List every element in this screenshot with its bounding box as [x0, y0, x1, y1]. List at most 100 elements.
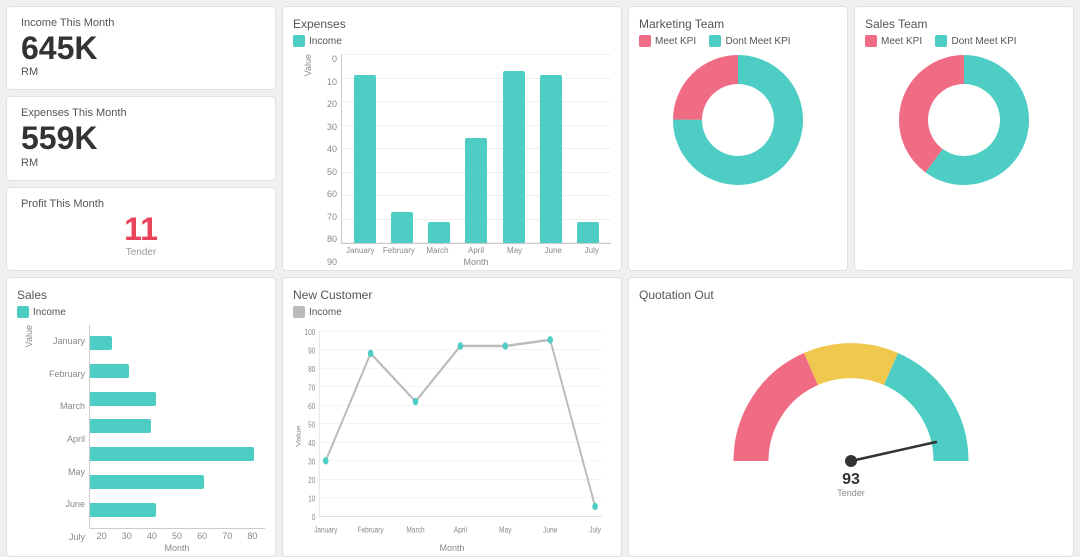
sales-team-donut-svg: [894, 50, 1034, 190]
marketing-chart-title: Marketing Team: [639, 17, 837, 31]
hbar-y-June: June: [39, 499, 85, 509]
expenses-bar-chart: Value 9080706050403020100 JanuaryFebruar…: [293, 54, 611, 267]
marketing-team-card: Marketing Team Meet KPI Dont Meet KPI: [628, 6, 848, 271]
hbar-row-6: [90, 501, 265, 519]
hbar-1: [90, 364, 129, 378]
svg-text:50: 50: [308, 420, 315, 430]
expenses-legend: Income: [293, 35, 342, 47]
bar-2: [428, 222, 450, 243]
hbar-x-tick-40: 40: [147, 531, 157, 541]
sales-hbar-y: JanuaryFebruaryMarchAprilMayJuneJuly: [39, 325, 89, 553]
expenses-bars-group: [341, 54, 611, 244]
expenses-x-axis-label: Month: [341, 257, 611, 267]
hbar-row-1: [90, 362, 265, 380]
sales-y-label: Value: [22, 325, 34, 347]
sales-chart-title: Sales: [17, 288, 265, 302]
income-value: 645K: [21, 31, 261, 66]
bar-6: [577, 222, 599, 243]
new-customer-svg: 0 10 20 30 40 50 60 70 80 90 100: [293, 325, 611, 541]
new-customer-line-chart: 0 10 20 30 40 50 60 70 80 90 100: [293, 325, 611, 553]
expenses-x-labels: JanuaryFebruaryMarchAprilMayJuneJuly: [341, 244, 611, 255]
bar-1: [391, 212, 413, 244]
sales-hbars: [89, 325, 265, 529]
svg-text:January: January: [314, 524, 337, 534]
bar-0: [354, 75, 376, 243]
sales-chart-legend-dot: [17, 306, 29, 318]
hbar-row-5: [90, 473, 265, 491]
marketing-donut-area: [639, 50, 837, 190]
new-customer-legend: Income: [293, 306, 342, 318]
sales-team-donut-area: [865, 50, 1063, 190]
sales-meet-dot: [865, 35, 877, 47]
bar-col-2: [428, 54, 450, 243]
expenses-label: Expenses This Month: [21, 107, 261, 119]
quotation-gauge-svg: 93 Tender: [701, 306, 1001, 496]
stat-cards-wrapper: Income This Month 645K RM Expenses This …: [6, 6, 276, 271]
x-label-April: April: [457, 246, 496, 255]
hbar-x-tick-50: 50: [172, 531, 182, 541]
quotation-title: Quotation Out: [639, 288, 1063, 302]
marketing-dont-legend: Dont Meet KPI: [709, 35, 790, 47]
x-label-March: March: [418, 246, 457, 255]
bar-3: [465, 138, 487, 243]
hbar-5: [90, 475, 204, 489]
bar-4: [503, 71, 525, 243]
sales-x-labels: 20304050607080: [89, 531, 265, 541]
svg-text:30: 30: [308, 457, 315, 467]
x-label-June: June: [534, 246, 573, 255]
svg-text:June: June: [543, 524, 557, 534]
svg-text:0: 0: [312, 512, 316, 522]
sales-team-card: Sales Team Meet KPI Dont Meet KPI: [854, 6, 1074, 271]
svg-text:March: March: [406, 524, 424, 534]
marketing-dont-dot: [709, 35, 721, 47]
expenses-unit: RM: [21, 157, 261, 169]
marketing-meet-label: Meet KPI: [655, 36, 696, 47]
bar-col-6: [577, 54, 599, 243]
sales-chart-card: Sales Income Value JanuaryFebruaryMarchA…: [6, 277, 276, 557]
new-customer-legend-dot: [293, 306, 305, 318]
svg-text:80: 80: [308, 364, 315, 374]
new-customer-title: New Customer: [293, 288, 611, 302]
bar-5: [540, 75, 562, 243]
hbar-3: [90, 419, 151, 433]
marketing-dont-label: Dont Meet KPI: [725, 36, 790, 47]
svg-text:Tender: Tender: [837, 488, 865, 496]
hbar-y-February: February: [39, 369, 85, 379]
sales-team-chart-title: Sales Team: [865, 17, 1063, 31]
x-label-May: May: [495, 246, 534, 255]
marketing-meet-dot: [639, 35, 651, 47]
new-customer-card: New Customer Income: [282, 277, 622, 557]
profit-value: 11: [21, 212, 261, 247]
svg-text:100: 100: [305, 327, 316, 337]
expenses-value: 559K: [21, 121, 261, 156]
expenses-y-label: Value: [301, 54, 313, 76]
income-label: Income This Month: [21, 17, 261, 29]
sales-meet-label: Meet KPI: [881, 36, 922, 47]
svg-text:July: July: [589, 524, 601, 534]
hbar-row-0: [90, 334, 265, 352]
expenses-y-axis: 9080706050403020100: [321, 54, 341, 267]
hbar-2: [90, 392, 156, 406]
hbar-row-2: [90, 390, 265, 408]
income-unit: RM: [21, 66, 261, 78]
hbar-row-3: [90, 417, 265, 435]
sales-dont-dot: [935, 35, 947, 47]
marketing-meet-legend: Meet KPI: [639, 35, 696, 47]
sales-chart-legend-label: Income: [33, 307, 66, 318]
hbar-6: [90, 503, 156, 517]
svg-text:May: May: [499, 524, 512, 534]
svg-text:60: 60: [308, 401, 315, 411]
expenses-card: Expenses This Month 559K RM: [6, 96, 276, 180]
hbar-y-April: April: [39, 434, 85, 444]
expenses-chart-title: Expenses: [293, 17, 611, 31]
svg-text:10: 10: [308, 494, 315, 504]
sales-chart-legend: Income: [17, 306, 66, 318]
hbar-x-tick-20: 20: [97, 531, 107, 541]
svg-text:20: 20: [308, 475, 315, 485]
marketing-donut-svg: [668, 50, 808, 190]
bar-col-0: [354, 54, 376, 243]
new-customer-legend-label: Income: [309, 307, 342, 318]
hbar-y-July: July: [39, 532, 85, 542]
sales-hbar-chart: Value JanuaryFebruaryMarchAprilMayJuneJu…: [17, 325, 265, 553]
bar-col-4: [503, 54, 525, 243]
